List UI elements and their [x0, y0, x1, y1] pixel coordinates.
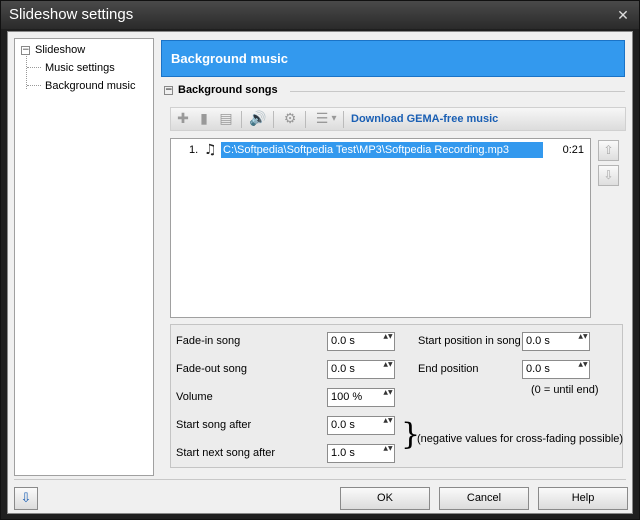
tree-item-music-settings[interactable]: Music settings — [45, 62, 115, 74]
end-position-stepper[interactable]: 0.0 s ▲▼ — [522, 360, 590, 379]
page-header: Background music — [161, 40, 625, 77]
song-path[interactable]: C:\Softpedia\Softpedia Test\MP3\Softpedi… — [221, 142, 543, 158]
spinner-arrows-icon[interactable]: ▲▼ — [382, 333, 394, 350]
spinner-arrows-icon[interactable]: ▲▼ — [382, 417, 394, 434]
tree-line — [27, 85, 41, 86]
download-music-link[interactable]: Download GEMA-free music — [351, 113, 498, 125]
start-position-stepper[interactable]: 0.0 s ▲▼ — [522, 332, 590, 351]
end-position-label: End position — [418, 363, 479, 375]
start-song-after-stepper[interactable]: 0.0 s ▲▼ — [327, 416, 395, 435]
footer-divider — [14, 479, 626, 480]
end-position-value: 0.0 s — [526, 363, 550, 375]
collapse-icon[interactable]: − — [164, 85, 173, 95]
cancel-button[interactable]: Cancel — [439, 487, 529, 510]
delete-icon[interactable]: ▮ — [195, 111, 213, 127]
spinner-arrows-icon[interactable]: ▲▼ — [577, 361, 589, 378]
tree-item-label: Slideshow — [35, 44, 86, 56]
move-up-button[interactable]: ⇧ — [598, 140, 619, 161]
edit-icon[interactable]: ▤ — [217, 111, 235, 127]
start-position-label: Start position in song — [418, 335, 521, 347]
dialog-client-area: − Slideshow Music settings Background mu… — [7, 31, 633, 514]
crossfade-note: (negative values for cross-fading possib… — [417, 433, 624, 445]
fade-out-value: 0.0 s — [331, 363, 355, 375]
toolbar-separator — [305, 111, 306, 128]
start-next-song-label: Start next song after — [176, 447, 276, 459]
settings-tree: − Slideshow Music settings Background mu… — [14, 38, 154, 476]
tree-item-background-music[interactable]: Background music — [45, 80, 136, 92]
volume-icon[interactable]: 🔊 — [249, 111, 267, 127]
toolbar-separator — [241, 111, 242, 128]
list-item[interactable]: 1. ♫ C:\Softpedia\Softpedia Test\MP3\Sof… — [171, 142, 590, 158]
ok-button[interactable]: OK — [340, 487, 430, 510]
fade-out-stepper[interactable]: 0.0 s ▲▼ — [327, 360, 395, 379]
spinner-arrows-icon[interactable]: ▲▼ — [382, 445, 394, 462]
help-button[interactable]: Help — [538, 487, 628, 510]
songs-toolbar: ✚ ▮ ▤ 🔊 ⚙ ☰ ▾ Download GEMA-free music — [170, 107, 626, 131]
section-header[interactable]: − Background songs — [164, 84, 278, 96]
start-song-after-label: Start song after — [176, 419, 252, 431]
end-position-note: (0 = until end) — [531, 384, 599, 396]
page-title: Background music — [171, 51, 289, 66]
fade-in-label: Fade-in song — [176, 335, 241, 347]
window-title: Slideshow settings — [9, 6, 134, 23]
section-divider — [290, 91, 625, 92]
song-duration: 0:21 — [562, 144, 584, 156]
start-position-value: 0.0 s — [526, 335, 550, 347]
move-down-button[interactable]: ⇩ — [598, 165, 619, 186]
music-note-icon: ♫ — [204, 142, 217, 158]
sound-settings-icon[interactable]: ⚙ — [281, 111, 299, 127]
spinner-arrows-icon[interactable]: ▲▼ — [382, 389, 394, 406]
start-next-song-value: 1.0 s — [331, 447, 355, 459]
volume-label: Volume — [176, 391, 213, 403]
spinner-arrows-icon[interactable]: ▲▼ — [577, 333, 589, 350]
toolbar-separator — [273, 111, 274, 128]
collapse-icon[interactable]: − — [21, 45, 30, 55]
fade-in-value: 0.0 s — [331, 335, 355, 347]
start-next-song-stepper[interactable]: 1.0 s ▲▼ — [327, 444, 395, 463]
toolbar-separator — [343, 111, 344, 128]
close-icon[interactable]: ✕ — [615, 7, 631, 23]
tree-line — [27, 67, 41, 68]
fade-in-stepper[interactable]: 0.0 s ▲▼ — [327, 332, 395, 351]
download-arrow-icon[interactable]: ⇩ — [14, 487, 38, 510]
start-song-after-value: 0.0 s — [331, 419, 355, 431]
tree-item-slideshow[interactable]: − Slideshow — [21, 44, 85, 56]
section-title: Background songs — [178, 84, 278, 96]
volume-value: 100 % — [331, 391, 363, 403]
volume-stepper[interactable]: 100 % ▲▼ — [327, 388, 395, 407]
fade-out-label: Fade-out song — [176, 363, 247, 375]
spinner-arrows-icon[interactable]: ▲▼ — [382, 361, 394, 378]
dialog-window: Slideshow settings ✕ − Slideshow Music s… — [0, 0, 640, 520]
song-number: 1. — [189, 144, 199, 156]
chevron-down-icon[interactable]: ▾ — [329, 111, 339, 127]
title-bar[interactable]: Slideshow settings ✕ — [1, 1, 639, 29]
song-list[interactable]: 1. ♫ C:\Softpedia\Softpedia Test\MP3\Sof… — [170, 138, 591, 318]
add-icon[interactable]: ✚ — [174, 111, 192, 127]
